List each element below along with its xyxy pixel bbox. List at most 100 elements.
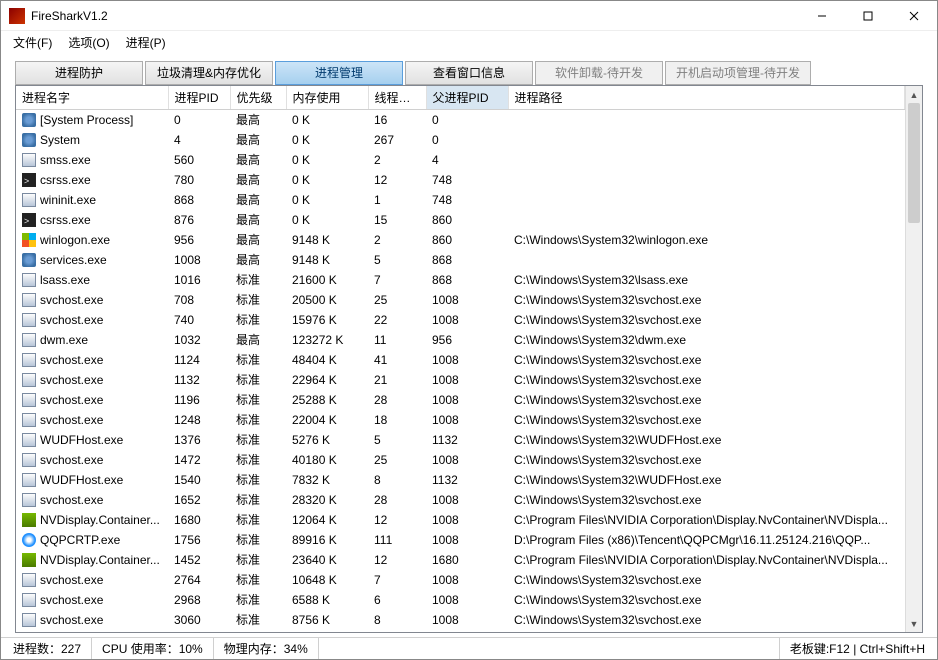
process-pid: 2764 [168,570,230,590]
minimize-button[interactable] [799,1,845,31]
process-memory: 40180 K [286,450,368,470]
process-pid: 1472 [168,450,230,470]
tab-0[interactable]: 进程防护 [15,61,143,85]
table-row[interactable]: svchost.exe1132标准22964 K211008C:\Windows… [16,370,905,390]
table-row[interactable]: csrss.exe876最高0 K15860 [16,210,905,230]
table-row[interactable]: [System Process]0最高0 K160 [16,110,905,131]
process-name: svchost.exe [40,571,103,589]
table-row[interactable]: spoolsv.exe2204标准11416 K91008C:\Windows\… [16,630,905,632]
process-memory: 9148 K [286,230,368,250]
table-row[interactable]: System4最高0 K2670 [16,130,905,150]
process-priority: 标准 [230,270,286,290]
table-row[interactable]: WUDFHost.exe1376标准5276 K51132C:\Windows\… [16,430,905,450]
process-icon [22,193,36,207]
process-pid: 1032 [168,330,230,350]
scroll-up-button[interactable]: ▲ [906,86,922,103]
table-row[interactable]: lsass.exe1016标准21600 K7868C:\Windows\Sys… [16,270,905,290]
process-icon [22,493,36,507]
process-path [508,110,905,131]
table-row[interactable]: svchost.exe1124标准48404 K411008C:\Windows… [16,350,905,370]
table-row[interactable]: smss.exe560最高0 K24 [16,150,905,170]
process-memory: 0 K [286,110,368,131]
table-row[interactable]: QQPCRTP.exe1756标准89916 K1111008D:\Progra… [16,530,905,550]
table-row[interactable]: wininit.exe868最高0 K1748 [16,190,905,210]
process-name: dwm.exe [40,331,88,349]
table-row[interactable]: svchost.exe1196标准25288 K281008C:\Windows… [16,390,905,410]
tab-1[interactable]: 垃圾清理&内存优化 [145,61,273,85]
table-row[interactable]: NVDisplay.Container...1680标准12064 K12100… [16,510,905,530]
process-threads: 9 [368,630,426,632]
tab-strip: 进程防护垃圾清理&内存优化进程管理查看窗口信息软件卸载-待开发开机启动项管理-待… [15,61,923,85]
process-memory: 25288 K [286,390,368,410]
process-threads: 12 [368,550,426,570]
table-row[interactable]: svchost.exe1652标准28320 K281008C:\Windows… [16,490,905,510]
col-header-thr[interactable]: 线程数量 [368,86,426,110]
window-controls [799,1,937,31]
table-row[interactable]: NVDisplay.Container...1452标准23640 K12168… [16,550,905,570]
col-header-name[interactable]: 进程名字 [16,86,168,110]
table-row[interactable]: svchost.exe1472标准40180 K251008C:\Windows… [16,450,905,470]
process-ppid: 1008 [426,350,508,370]
col-header-pid[interactable]: 进程PID [168,86,230,110]
process-icon [22,273,36,287]
table-row[interactable]: svchost.exe740标准15976 K221008C:\Windows\… [16,310,905,330]
menu-process[interactable]: 进程(P) [120,32,172,53]
table-row[interactable]: svchost.exe2764标准10648 K71008C:\Windows\… [16,570,905,590]
process-pid: 1196 [168,390,230,410]
process-name: System [40,131,80,149]
tab-2[interactable]: 进程管理 [275,61,403,85]
table-row[interactable]: dwm.exe1032最高123272 K11956C:\Windows\Sys… [16,330,905,350]
close-button[interactable] [891,1,937,31]
table-row[interactable]: svchost.exe3060标准8756 K81008C:\Windows\S… [16,610,905,630]
process-path: C:\Windows\System32\svchost.exe [508,590,905,610]
process-name: svchost.exe [40,611,103,629]
process-priority: 标准 [230,630,286,632]
table-row[interactable]: services.exe1008最高9148 K5868 [16,250,905,270]
process-priority: 最高 [230,230,286,250]
process-threads: 1 [368,190,426,210]
process-threads: 28 [368,390,426,410]
process-icon [22,533,36,547]
process-memory: 15976 K [286,310,368,330]
col-header-pri[interactable]: 优先级 [230,86,286,110]
process-pid: 4 [168,130,230,150]
scroll-down-button[interactable]: ▼ [906,615,922,632]
process-memory: 11416 K [286,630,368,632]
menu-file[interactable]: 文件(F) [7,32,58,53]
process-ppid: 1680 [426,550,508,570]
table-row[interactable]: csrss.exe780最高0 K12748 [16,170,905,190]
col-header-ppid[interactable]: 父进程PID [426,86,508,110]
table-row[interactable]: svchost.exe1248标准22004 K181008C:\Windows… [16,410,905,430]
col-header-mem[interactable]: 内存使用 [286,86,368,110]
process-memory: 48404 K [286,350,368,370]
vertical-scrollbar[interactable]: ▲ ▼ [905,86,922,632]
process-priority: 标准 [230,610,286,630]
process-path [508,130,905,150]
process-icon [22,613,36,627]
process-pid: 1680 [168,510,230,530]
table-row[interactable]: WUDFHost.exe1540标准7832 K81132C:\Windows\… [16,470,905,490]
process-icon [22,413,36,427]
table-row[interactable]: svchost.exe708标准20500 K251008C:\Windows\… [16,290,905,310]
table-row[interactable]: winlogon.exe956最高9148 K2860C:\Windows\Sy… [16,230,905,250]
process-pid: 708 [168,290,230,310]
tab-3[interactable]: 查看窗口信息 [405,61,533,85]
process-path: C:\Windows\System32\spoolsv.exe [508,630,905,632]
process-pid: 3060 [168,610,230,630]
col-header-path[interactable]: 进程路径 [508,86,905,110]
process-icon [22,553,36,567]
process-name: winlogon.exe [40,231,110,249]
process-priority: 最高 [230,330,286,350]
process-threads: 18 [368,410,426,430]
process-priority: 最高 [230,250,286,270]
process-name: csrss.exe [40,171,91,189]
menu-options[interactable]: 选项(O) [62,32,115,53]
maximize-button[interactable] [845,1,891,31]
process-path: C:\Windows\System32\svchost.exe [508,290,905,310]
process-path: C:\Windows\System32\svchost.exe [508,370,905,390]
process-memory: 23640 K [286,550,368,570]
process-ppid: 1008 [426,450,508,470]
process-ppid: 1008 [426,490,508,510]
table-row[interactable]: svchost.exe2968标准6588 K61008C:\Windows\S… [16,590,905,610]
scroll-thumb[interactable] [908,103,920,223]
